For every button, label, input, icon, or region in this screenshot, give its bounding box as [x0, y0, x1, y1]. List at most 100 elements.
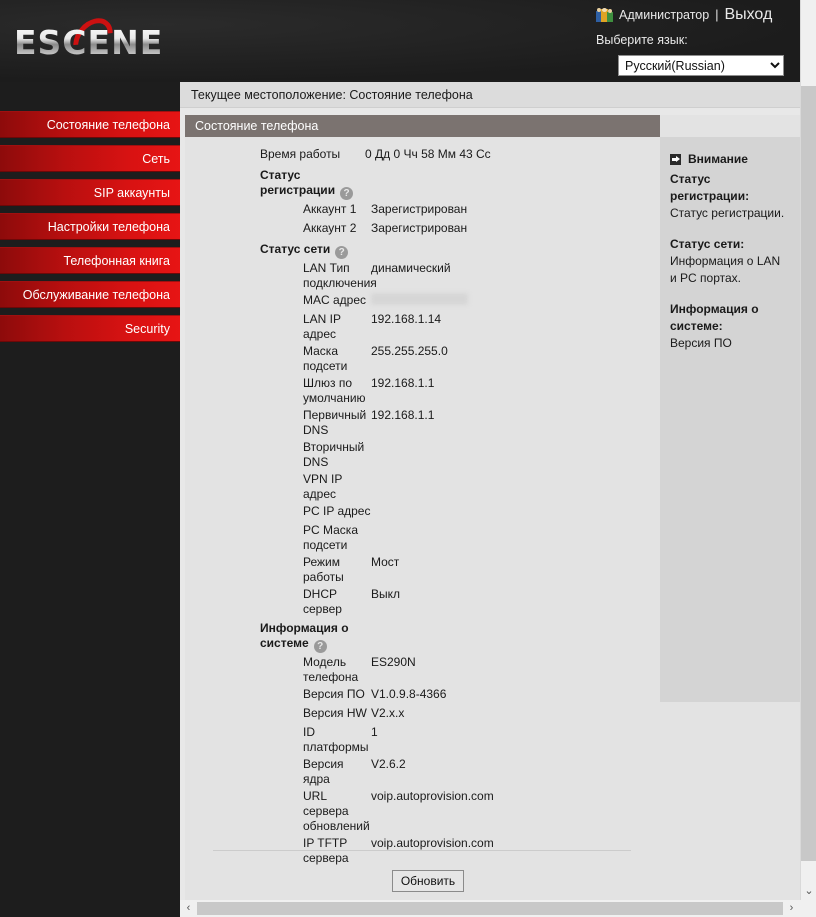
help-block-text: Статус регистрации. [670, 206, 785, 220]
users-icon [596, 7, 613, 23]
page-root: ESCENE Администратор | Выход Выберите яз… [0, 0, 816, 917]
row-value: 192.168.1.1 [371, 376, 435, 390]
vertical-scroll-thumb[interactable] [801, 86, 816, 861]
sidebar-item-1[interactable]: Сеть [0, 145, 184, 172]
breadcrumb: Текущее местоположение: Состояние телефо… [180, 82, 800, 108]
info-row: Версия HW V2.x.x [185, 704, 660, 723]
row-label: Вторичный DNS [303, 440, 365, 469]
row-value: V1.0.9.8-4366 [371, 687, 447, 701]
info-row: Маска подсети 255.255.255.0 [185, 342, 660, 374]
row-value: 1 [371, 725, 378, 739]
uptime-value: 0 Дд 0 Чч 58 Мм 43 Сс [365, 147, 491, 161]
row-value: V2.x.x [371, 706, 405, 720]
info-row: URL сервера обновлений voip.autoprovision… [185, 787, 660, 834]
row-label: LAN Тип подключения [303, 261, 377, 290]
info-row: Первичный DNS 192.168.1.1 [185, 406, 660, 438]
row-value: Выкл [371, 587, 401, 601]
row-label: PC Маска подсети [303, 523, 358, 552]
refresh-button[interactable]: Обновить [392, 870, 464, 892]
sidebar-item-0[interactable]: Состояние телефона [0, 111, 184, 138]
row-label: ID платформы [303, 725, 369, 754]
row-value: Зарегистрирован [371, 221, 468, 235]
horizontal-scrollbar[interactable]: ‹ › [180, 900, 816, 917]
info-row: DHCP сервер Выкл [185, 585, 660, 617]
info-row: PC Маска подсети [185, 521, 660, 553]
info-row: Версия ПО V1.0.9.8-4366 [185, 685, 660, 704]
help-block-title: Статус регистрации: [670, 172, 750, 203]
status-panel: Состояние телефона Время работы 0 Дд 0 Чч… [185, 115, 800, 917]
help-block-title: Статус сети: [670, 237, 745, 251]
panel-title: Состояние телефона [185, 115, 660, 137]
vertical-scrollbar[interactable]: ⌄ [800, 0, 816, 917]
logout-link[interactable]: Выход [724, 6, 772, 24]
row-value: voip.autoprovision.com [371, 789, 494, 803]
section-heading-row: Информация о системе? [185, 619, 660, 653]
row-label: MAC адрес [303, 293, 367, 307]
row-label: Маска подсети [303, 344, 348, 373]
info-row: Аккаунт 2 Зарегистрирован [185, 219, 660, 238]
scroll-right-arrow-icon[interactable]: › [783, 900, 800, 917]
horizontal-scroll-thumb[interactable] [197, 902, 783, 915]
help-column: Внимание Статус регистрации: Статус регис… [660, 137, 800, 702]
row-value [371, 470, 621, 472]
language-select[interactable]: Русский(Russian) [618, 55, 784, 76]
row-value [371, 521, 621, 523]
section-heading-row: Статус регистрации? [185, 166, 660, 200]
info-row: LAN IP адрес 192.168.1.14 [185, 310, 660, 342]
row-label: LAN IP адрес [303, 312, 341, 341]
uptime-label: Время работы [260, 147, 341, 161]
section-heading: Статус регистрации? [260, 166, 360, 200]
row-label: Аккаунт 1 [303, 202, 357, 216]
row-label: Модель телефона [303, 655, 359, 684]
section-heading: Статус сети? [260, 240, 360, 259]
row-value: V2.6.2 [371, 757, 406, 771]
row-label: Версия ПО [303, 687, 365, 701]
help-icon[interactable]: ? [340, 187, 354, 200]
help-icon[interactable]: ? [313, 640, 327, 653]
help-icon[interactable]: ? [335, 246, 349, 259]
sidebar-item-6[interactable]: Security [0, 315, 184, 342]
row-value [371, 502, 621, 504]
admin-label: Администратор [619, 8, 710, 22]
content-area: Текущее местоположение: Состояние телефо… [180, 82, 816, 917]
status-info-table: Время работы 0 Дд 0 Чч 58 Мм 43 Сс Статус … [185, 137, 660, 866]
help-block-text: Информация о LAN и PC портах. [670, 254, 781, 285]
row-label: Режим работы [303, 555, 344, 584]
sidebar-item-3[interactable]: Настройки телефона [0, 213, 184, 240]
sidebar-item-4[interactable]: Телефонная книга [0, 247, 184, 274]
scroll-left-arrow-icon[interactable]: ‹ [180, 900, 197, 917]
sidebar-nav: Состояние телефона Сеть SIP аккаунты Настро… [0, 82, 184, 917]
sidebar-item-2[interactable]: SIP аккаунты [0, 179, 184, 206]
row-label: VPN IP адрес [303, 472, 343, 501]
row-label: URL сервера обновлений [303, 789, 370, 833]
row-value: 192.168.1.14 [371, 312, 442, 326]
row-value: Зарегистрирован [371, 202, 468, 216]
help-block: Статус регистрации: Статус регистрации. [670, 171, 790, 222]
row-label: Версия HW [303, 706, 367, 720]
row-value: voip.autoprovision.com [371, 836, 494, 850]
attention-icon [670, 154, 681, 165]
info-row: Режим работы Мост [185, 553, 660, 585]
row-value [371, 438, 621, 440]
escene-logo: ESCENE [14, 10, 184, 68]
row-value: Мост [371, 555, 400, 569]
info-row: Версия ядра V2.6.2 [185, 755, 660, 787]
help-block: Статус сети: Информация о LAN и PC портах… [670, 236, 790, 287]
info-row: Вторичный DNS [185, 438, 660, 470]
info-row: Шлюз по умолчанию 192.168.1.1 [185, 374, 660, 406]
user-separator: | [715, 8, 719, 22]
divider [213, 850, 631, 851]
help-blocks: Статус регистрации: Статус регистрации. Ст… [670, 171, 790, 352]
row-value: 255.255.255.0 [371, 344, 448, 358]
row-label: Версия ядра [303, 757, 344, 786]
row-label: Первичный DNS [303, 408, 367, 437]
row-label: Шлюз по умолчанию [303, 376, 366, 405]
row-value: 192.168.1.1 [371, 408, 435, 422]
user-bar: Администратор | Выход [596, 6, 772, 24]
info-row: Модель телефона ES290N [185, 653, 660, 685]
scroll-down-arrow-icon[interactable]: ⌄ [801, 883, 816, 899]
sidebar-item-5[interactable]: Обслуживание телефона [0, 281, 184, 308]
info-row: ID платформы 1 [185, 723, 660, 755]
row-value: ES290N [371, 655, 416, 669]
info-row: VPN IP адрес [185, 470, 660, 502]
